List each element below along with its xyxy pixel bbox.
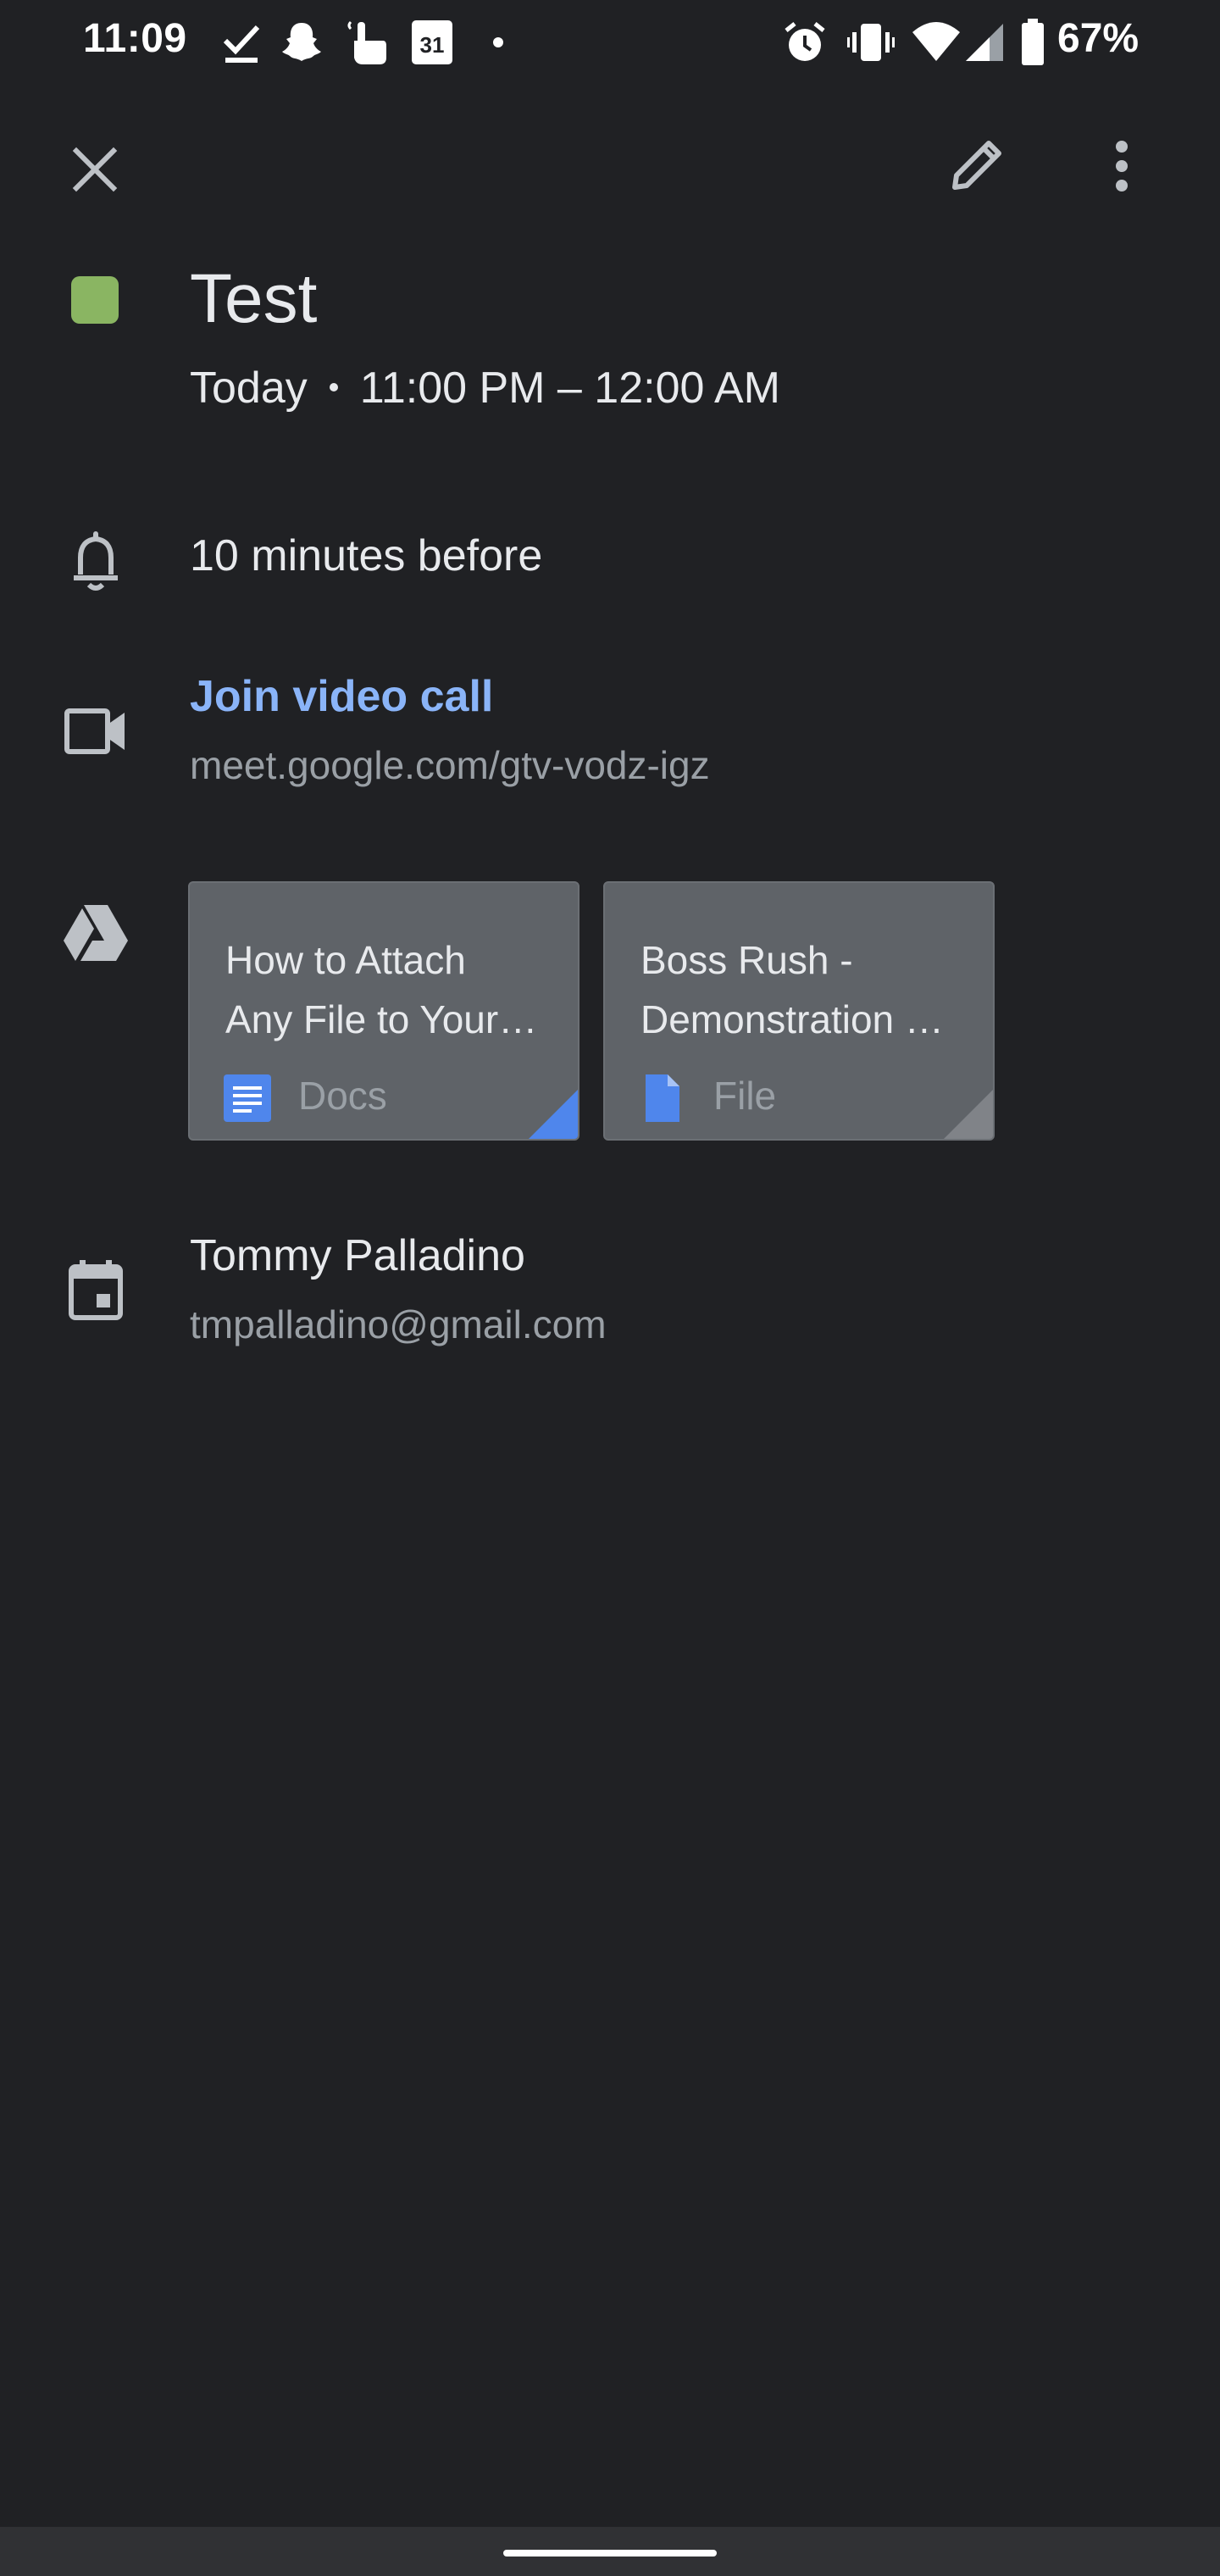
google-drive-icon [64, 905, 128, 961]
calendar-31-icon: 31 [412, 20, 452, 64]
reminder-text[interactable]: 10 minutes before [190, 530, 542, 581]
battery-percent: 67% [1057, 16, 1140, 61]
status-time: 11:09 [83, 16, 187, 61]
separator-dot [329, 383, 338, 392]
attachment-title-line2: Any File to Your… [225, 997, 538, 1041]
organizer-email: tmpalladino@gmail.com [190, 1302, 607, 1346]
pencil-icon [952, 141, 1001, 190]
video-camera-icon [64, 708, 125, 754]
reminder-icon-wrap [58, 522, 134, 598]
event-day: Today [190, 364, 308, 413]
event-time-range: 11:00 PM – 12:00 AM [359, 364, 780, 413]
battery-icon [1022, 19, 1044, 65]
event-time: Today 11:00 PM – 12:00 AM [190, 363, 780, 414]
join-video-call-link[interactable]: Join video call [190, 671, 493, 722]
corner-fold-icon [529, 1090, 578, 1139]
status-bar: 11:09 31 67% [0, 0, 1220, 85]
alarm-icon [785, 22, 825, 61]
more-options-button[interactable] [1079, 124, 1164, 208]
organizer-name: Tommy Palladino [190, 1231, 525, 1280]
corner-fold-icon [944, 1090, 993, 1139]
check-icon [223, 25, 260, 63]
home-indicator[interactable] [503, 2550, 717, 2557]
event-color-chip [71, 276, 119, 324]
dot-icon [493, 37, 503, 47]
edit-button[interactable] [935, 122, 1020, 207]
attachment-title-line1: Boss Rush - [640, 938, 853, 982]
attachment-type: Docs [298, 1074, 387, 1118]
touch-hand-icon [347, 20, 386, 64]
close-button[interactable] [53, 127, 137, 212]
attachment-type: File [713, 1074, 777, 1118]
video-icon-wrap [58, 693, 134, 769]
calendar-icon-wrap [58, 1252, 134, 1329]
video-call-url[interactable]: meet.google.com/gtv-vodz-igz [190, 742, 710, 788]
vibrate-icon [847, 24, 895, 61]
drive-icon-wrap [58, 895, 134, 971]
close-icon [72, 147, 118, 192]
signal-icon [966, 24, 1003, 61]
more-vert-icon [1116, 141, 1128, 192]
attachment-title-line2: Demonstration … [640, 997, 944, 1041]
bell-icon [74, 531, 118, 591]
attachment-card-docs[interactable]: How to Attach Any File to Your… Docs [188, 881, 580, 1141]
google-docs-icon [224, 1074, 271, 1122]
attachment-title: Boss Rush - Demonstration … [640, 930, 962, 1049]
attachment-title-line1: How to Attach [225, 938, 466, 982]
attachment-card-file[interactable]: Boss Rush - Demonstration … File [603, 881, 995, 1141]
calendar-icon [69, 1260, 123, 1320]
wifi-icon [912, 22, 960, 61]
snapchat-ghost-icon [282, 23, 321, 61]
calendar-31-text: 31 [419, 32, 445, 58]
file-icon [646, 1074, 679, 1122]
attachment-title: How to Attach Any File to Your… [225, 930, 547, 1049]
event-title: Test [190, 260, 318, 337]
